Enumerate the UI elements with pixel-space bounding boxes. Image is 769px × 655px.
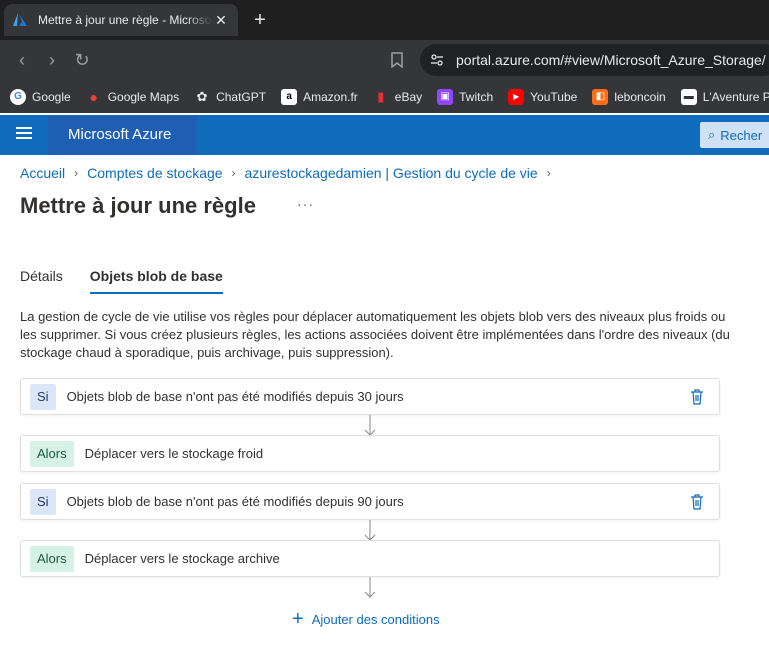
bookmark-label: Google — [32, 89, 71, 104]
si-badge: Si — [30, 488, 56, 515]
bookmark-twitch[interactable]: ▣ Twitch — [437, 88, 494, 105]
condition-text: Objets blob de base n'ont pas été modifi… — [66, 494, 404, 509]
add-conditions-button[interactable]: + Ajouter des conditions — [292, 609, 440, 629]
tab-details[interactable]: Détails — [20, 268, 63, 294]
azure-header: Microsoft Azure — [0, 115, 769, 155]
bookmark-google[interactable]: G Google — [10, 88, 71, 105]
breadcrumb-storage-accounts[interactable]: Comptes de stockage — [87, 165, 222, 181]
maps-icon: ● — [89, 88, 98, 105]
bookmark-youtube[interactable]: ▶ YouTube — [508, 88, 578, 105]
action-text: Déplacer vers le stockage froid — [84, 446, 264, 461]
global-search[interactable]: ⌕ Recher — [700, 122, 769, 148]
arrow-down-icon — [364, 520, 376, 541]
bookmark-star-icon[interactable] — [390, 52, 404, 68]
action-text: Déplacer vers le stockage archive — [84, 551, 280, 566]
bookmark-label: Amazon.fr — [303, 89, 358, 104]
youtube-icon: ▶ — [508, 88, 525, 105]
url-text: portal.azure.com/#view/Microsoft_Azure_S… — [456, 52, 766, 68]
address-bar[interactable]: portal.azure.com/#view/Microsoft_Azure_S… — [420, 44, 769, 76]
alors-badge: Alors — [30, 440, 74, 467]
ebay-icon: ▮ — [377, 88, 385, 104]
breadcrumb-home[interactable]: Accueil — [20, 165, 65, 181]
chatgpt-icon: ✿ — [196, 88, 208, 104]
si-badge: Si — [30, 383, 56, 410]
back-icon[interactable]: ‹ — [12, 50, 32, 70]
plus-icon: + — [292, 608, 304, 630]
leboncoin-icon: ◧ — [592, 88, 609, 105]
chevron-right-icon: › — [231, 166, 236, 180]
twitch-icon: ▣ — [437, 88, 454, 105]
bookmark-google-maps[interactable]: ● Google Maps — [86, 89, 179, 105]
amazon-icon: a — [281, 88, 298, 105]
arrow-down-icon — [364, 415, 376, 436]
arrow-down-icon — [364, 577, 376, 598]
tab-base-blobs[interactable]: Objets blob de base — [89, 268, 223, 294]
page-tabs: Détails Objets blob de base — [20, 268, 250, 294]
search-icon: ⌕ — [708, 127, 716, 142]
breadcrumb: Accueil › Comptes de stockage › azuresto… — [20, 165, 560, 181]
azure-logo-icon — [13, 13, 27, 26]
site-info-icon[interactable] — [430, 53, 444, 67]
bookmark-amazon[interactable]: a Amazon.fr — [281, 88, 358, 105]
action-card[interactable]: Alors Déplacer vers le stockage archive — [20, 540, 720, 577]
new-tab-icon[interactable]: + — [248, 8, 272, 32]
bookmark-label: ChatGPT — [216, 89, 267, 104]
add-conditions-label: Ajouter des conditions — [311, 611, 440, 627]
search-placeholder: Recher — [720, 127, 763, 143]
breadcrumb-lifecycle[interactable]: azurestockagedamien | Gestion du cycle d… — [245, 165, 538, 181]
aventure-icon: ▬ — [680, 88, 697, 105]
bookmarks-bar: G Google ● Google Maps ✿ ChatGPT a Amazo… — [0, 80, 769, 113]
bookmark-ebay[interactable]: ▮ eBay — [373, 89, 422, 105]
condition-card[interactable]: Si Objets blob de base n'ont pas été mod… — [20, 483, 720, 520]
bookmark-label: L'Aventure Pa — [702, 89, 769, 104]
alors-badge: Alors — [30, 545, 74, 572]
bookmark-label: Google Maps — [107, 89, 180, 104]
bookmark-chatgpt[interactable]: ✿ ChatGPT — [194, 89, 266, 105]
bookmark-aventure[interactable]: ▬ L'Aventure Pa — [680, 88, 769, 105]
reload-icon[interactable]: ↻ — [72, 50, 92, 70]
bookmark-label: Twitch — [459, 89, 494, 104]
action-card[interactable]: Alors Déplacer vers le stockage froid — [20, 435, 720, 472]
trash-icon[interactable] — [690, 494, 704, 510]
chevron-right-icon: › — [74, 166, 79, 180]
browser-tab[interactable]: Mettre à jour une règle - Microsoft Azur… — [4, 4, 238, 36]
condition-text: Objets blob de base n'ont pas été modifi… — [66, 389, 404, 404]
bookmark-label: YouTube — [530, 89, 578, 104]
azure-brand[interactable]: Microsoft Azure — [48, 115, 197, 155]
chevron-right-icon: › — [546, 166, 551, 180]
bookmark-label: eBay — [394, 89, 423, 104]
close-tab-icon[interactable]: ✕ — [212, 12, 230, 29]
forward-icon[interactable]: › — [42, 50, 62, 70]
condition-card[interactable]: Si Objets blob de base n'ont pas été mod… — [20, 378, 720, 415]
browser-tabstrip: Mettre à jour une règle - Microsoft Azur… — [0, 0, 769, 40]
bookmark-leboncoin[interactable]: ◧ leboncoin — [592, 88, 666, 105]
menu-icon[interactable] — [16, 127, 32, 141]
description-text: La gestion de cycle de vie utilise vos r… — [20, 309, 730, 360]
google-icon: G — [10, 88, 26, 105]
more-options-icon[interactable]: ··· — [297, 196, 314, 212]
trash-icon[interactable] — [690, 389, 704, 405]
tab-title: Mettre à jour une règle - Microsoft Azur… — [38, 13, 212, 27]
bookmark-label: leboncoin — [614, 89, 666, 104]
page-title: Mettre à jour une règle — [20, 193, 256, 218]
